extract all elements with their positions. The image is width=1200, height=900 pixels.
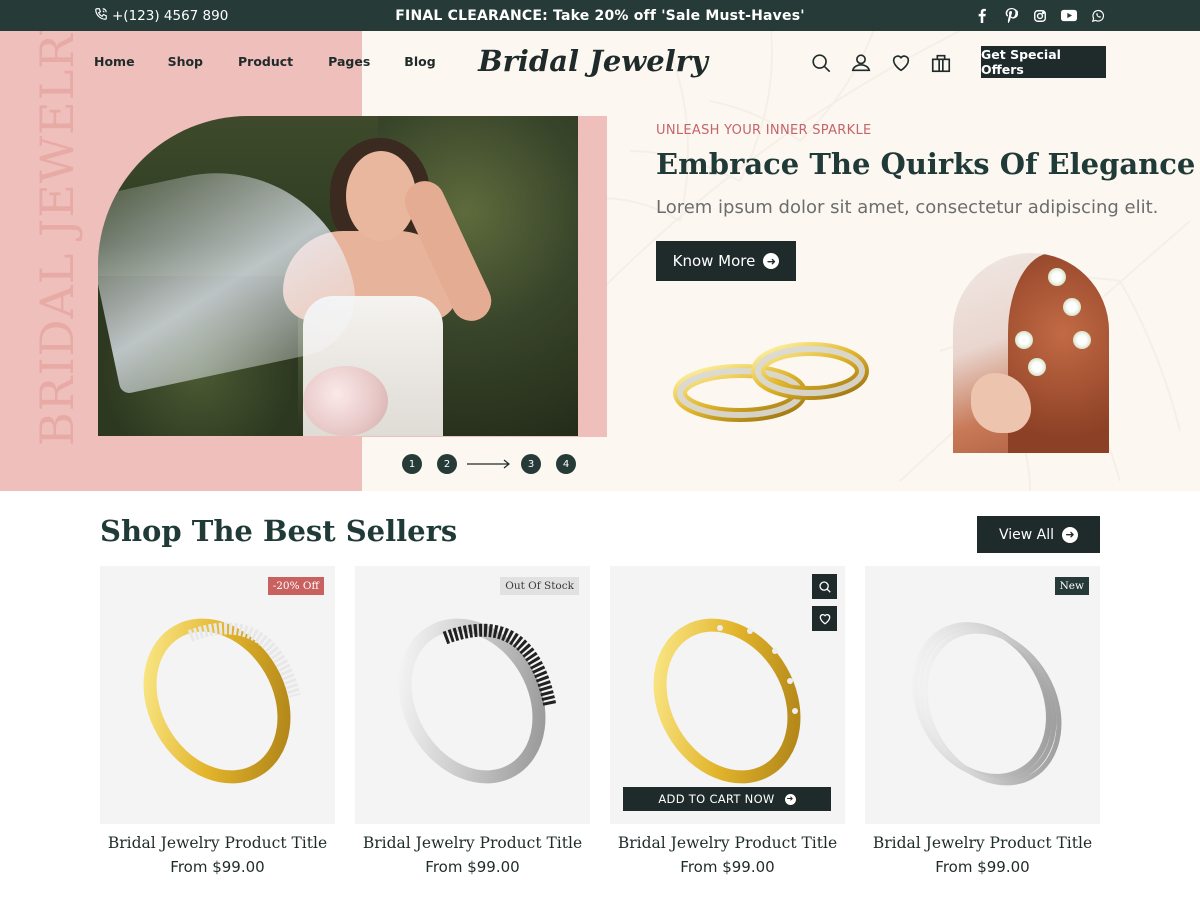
- hero-title: Embrace The Quirks Of Elegance: [656, 147, 1196, 181]
- product-card[interactable]: New Bridal Jewelry Product Title From $9…: [865, 566, 1100, 876]
- whatsapp-icon[interactable]: [1090, 8, 1106, 24]
- quick-view-button[interactable]: [812, 574, 837, 599]
- phone-icon: [94, 7, 108, 25]
- product-price: From $99.00: [935, 858, 1030, 876]
- slider-pagination: 1 2 3 4: [402, 454, 576, 474]
- arrow-circle-icon: ➜: [1062, 526, 1079, 543]
- hero-eyebrow: UNLEASH YOUR INNER SPARKLE: [656, 123, 872, 138]
- product-title[interactable]: Bridal Jewelry Product Title: [610, 834, 845, 852]
- instagram-icon[interactable]: [1032, 8, 1048, 24]
- product-card[interactable]: Out Of Stock Bridal Jewelry Product Titl…: [355, 566, 590, 876]
- hero-subtitle: Lorem ipsum dolor sit amet, consectetur …: [656, 197, 1159, 218]
- product-image[interactable]: ADD TO CART NOW ➜: [610, 566, 845, 824]
- view-all-label: View All: [998, 526, 1055, 543]
- product-card[interactable]: ADD TO CART NOW ➜ Bridal Jewelry Product…: [610, 566, 845, 876]
- bride-photo: [98, 116, 578, 436]
- product-title[interactable]: Bridal Jewelry Product Title: [100, 834, 335, 852]
- know-more-label: Know More: [672, 252, 756, 270]
- shopping-bag-icon[interactable]: [928, 50, 954, 76]
- view-all-button[interactable]: View All ➜: [977, 516, 1100, 553]
- phone-contact[interactable]: +(123) 4567 890: [94, 0, 228, 31]
- youtube-icon[interactable]: [1061, 8, 1077, 24]
- heart-icon[interactable]: [888, 50, 914, 76]
- silver-bangle-image: [912, 622, 1062, 786]
- promo-text: FINAL CLEARANCE: Take 20% off 'Sale Must…: [395, 7, 805, 24]
- new-badge: New: [1054, 577, 1089, 595]
- hero-section: BRIDAL JEWELRY Home Shop Product Pages B…: [0, 31, 1200, 491]
- product-image[interactable]: Out Of Stock: [355, 566, 590, 824]
- gold-bangle-image: [653, 618, 801, 784]
- slide-dot-2[interactable]: 2: [437, 454, 457, 474]
- product-price: From $99.00: [425, 858, 520, 876]
- pinterest-icon[interactable]: [1003, 8, 1019, 24]
- out-of-stock-badge: Out Of Stock: [500, 577, 579, 595]
- product-title[interactable]: Bridal Jewelry Product Title: [355, 834, 590, 852]
- gold-bangle-image: [143, 618, 301, 784]
- slide-dot-3[interactable]: 3: [521, 454, 541, 474]
- slide-dot-1[interactable]: 1: [402, 454, 422, 474]
- arrow-circle-icon: ➜: [784, 793, 796, 805]
- add-to-cart-label: ADD TO CART NOW: [658, 792, 775, 806]
- product-price: From $99.00: [680, 858, 775, 876]
- bride-hair-photo: [953, 253, 1109, 453]
- product-title[interactable]: Bridal Jewelry Product Title: [865, 834, 1100, 852]
- special-offers-button[interactable]: Get Special Offers: [981, 46, 1106, 78]
- product-image[interactable]: -20% Off: [100, 566, 335, 824]
- product-card[interactable]: -20% Off Bridal Jewelry Product Title Fr…: [100, 566, 335, 876]
- arrow-circle-icon: ➜: [763, 253, 780, 269]
- user-icon[interactable]: [848, 50, 874, 76]
- slide-dot-4[interactable]: 4: [556, 454, 576, 474]
- silver-bangle-image: [398, 618, 557, 784]
- product-price: From $99.00: [170, 858, 265, 876]
- add-to-cart-button[interactable]: ADD TO CART NOW ➜: [623, 787, 831, 811]
- facebook-icon[interactable]: [974, 8, 990, 24]
- product-image[interactable]: New: [865, 566, 1100, 824]
- wedding-rings-image: [673, 342, 869, 422]
- search-icon[interactable]: [808, 50, 834, 76]
- hero-vertical-text: BRIDAL JEWELRY: [30, 31, 84, 446]
- discount-badge: -20% Off: [267, 577, 324, 595]
- header-icons: [808, 50, 954, 76]
- know-more-button[interactable]: Know More ➜: [656, 241, 796, 281]
- bestsellers-title: Shop The Best Sellers: [100, 514, 458, 548]
- top-bar: +(123) 4567 890 FINAL CLEARANCE: Take 20…: [0, 0, 1200, 31]
- phone-number: +(123) 4567 890: [112, 7, 229, 24]
- social-links: [974, 0, 1106, 31]
- arrow-right-icon: [457, 459, 521, 469]
- wishlist-button[interactable]: [812, 606, 837, 631]
